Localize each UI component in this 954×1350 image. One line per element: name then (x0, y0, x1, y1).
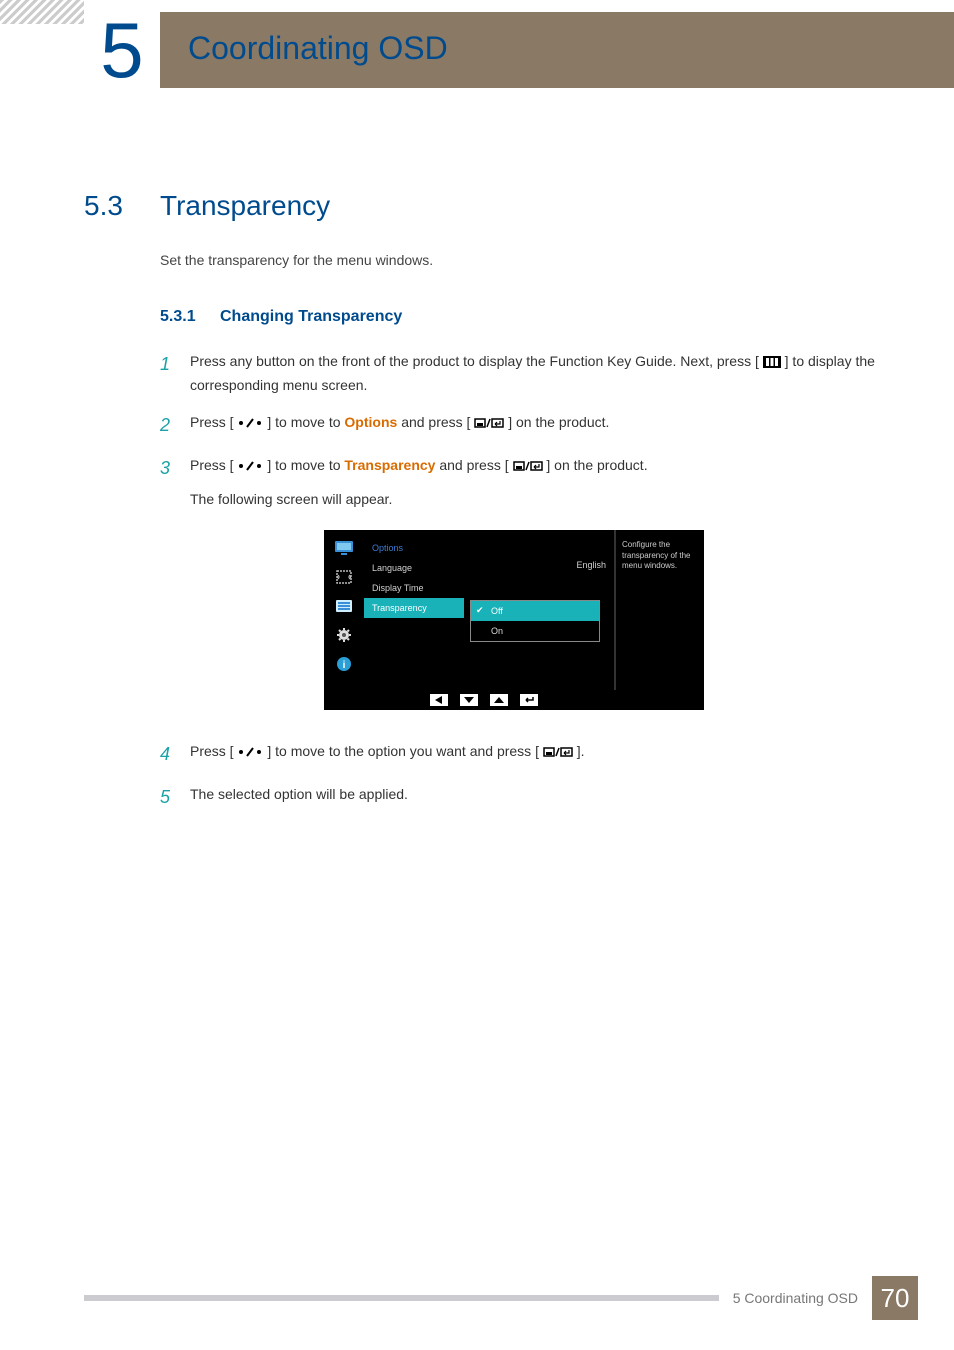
step-1: 1 Press any button on the front of the p… (160, 350, 894, 397)
list-icon (334, 598, 354, 614)
step-number: 1 (160, 350, 190, 397)
nav-enter-icon (520, 694, 538, 706)
step-text: Press [ (190, 457, 237, 473)
step-text: ] on the product. (546, 457, 647, 473)
menu-icon (763, 352, 781, 374)
dot-slash-dot-icon (237, 742, 263, 764)
step-body: Press any button on the front of the pro… (190, 350, 894, 397)
svg-text:i: i (343, 660, 346, 671)
square-slash-enter-icon (513, 456, 543, 478)
osd-menu-list: Options Language Display Time Transparen… (364, 530, 464, 690)
info-icon: i (334, 656, 354, 672)
subsection-title: Changing Transparency (220, 308, 402, 326)
square-slash-enter-icon (543, 742, 573, 764)
section-heading: 5.3 Transparency (84, 190, 894, 222)
osd-option-off: ✔ Off (471, 601, 599, 621)
step-number: 3 (160, 454, 190, 511)
osd-language-value: English (576, 560, 606, 570)
step-text: The following screen will appear. (190, 488, 894, 510)
keyword-options: Options (344, 414, 397, 430)
osd-category-title: Options (364, 538, 464, 558)
osd-item-language: Language (364, 558, 464, 578)
osd-help-text: Configure the transparency of the menu w… (614, 530, 704, 690)
step-body: Press [ ] to move to the option you want… (190, 740, 894, 769)
step-5: 5 The selected option will be applied. (160, 783, 894, 812)
step-text: and press [ (439, 457, 508, 473)
page-content: 5.3 Transparency Set the transparency fo… (84, 190, 894, 826)
square-slash-enter-icon (474, 413, 504, 435)
step-body: Press [ ] to move to Transparency and pr… (190, 454, 894, 511)
subsection-heading: 5.3.1 Changing Transparency (160, 308, 894, 326)
step-4: 4 Press [ ] to move to the option you wa… (160, 740, 894, 769)
osd-option-label: Off (491, 606, 503, 616)
step-text: ]. (577, 743, 585, 759)
step-body: The selected option will be applied. (190, 783, 894, 812)
osd-item-transparency: Transparency (364, 598, 464, 618)
step-text: ] to move to (267, 457, 344, 473)
step-number: 2 (160, 411, 190, 440)
dot-slash-dot-icon (237, 413, 263, 435)
page-footer: 5 Coordinating OSD 70 (84, 1276, 918, 1320)
osd-nav-bar (324, 690, 704, 710)
nav-up-icon (490, 694, 508, 706)
step-3: 3 Press [ ] to move to Transparency and … (160, 454, 894, 511)
keyword-transparency: Transparency (344, 457, 435, 473)
section-title: Transparency (160, 190, 330, 222)
subsection-number: 5.3.1 (160, 308, 220, 326)
osd-body: i Options Language Display Time Transpar… (324, 530, 704, 690)
monitor-icon (334, 540, 354, 556)
check-icon: ✔ (476, 605, 484, 616)
top-hatch-decoration (0, 0, 84, 24)
gear-icon (334, 627, 354, 643)
osd-submenu-area: English ✔ Off On (464, 530, 614, 690)
chapter-number-box: 5 (84, 12, 160, 88)
osd-option-on: On (471, 621, 599, 641)
footer-page-number: 70 (872, 1276, 918, 1320)
footer-bar (84, 1295, 719, 1301)
step-number: 4 (160, 740, 190, 769)
section-number: 5.3 (84, 190, 160, 222)
dot-slash-dot-icon (237, 456, 263, 478)
osd-item-display-time: Display Time (364, 578, 464, 598)
step-number: 5 (160, 783, 190, 812)
step-text: Press any button on the front of the pro… (190, 353, 763, 369)
chapter-number: 5 (100, 11, 143, 89)
step-text: ] to move to (267, 414, 344, 430)
step-text: ] on the product. (508, 414, 609, 430)
osd-sidebar-icons: i (324, 530, 364, 690)
nav-down-icon (460, 694, 478, 706)
step-2: 2 Press [ ] to move to Options and press… (160, 411, 894, 440)
chapter-title: Coordinating OSD (188, 30, 448, 67)
nav-left-icon (430, 694, 448, 706)
osd-screenshot: i Options Language Display Time Transpar… (324, 530, 704, 710)
step-text: and press [ (401, 414, 470, 430)
osd-submenu-box: ✔ Off On (470, 600, 600, 642)
step-text: ] to move to the option you want and pre… (267, 743, 539, 759)
resize-icon (334, 569, 354, 585)
step-body: Press [ ] to move to Options and press [… (190, 411, 894, 440)
step-text: Press [ (190, 414, 237, 430)
section-intro: Set the transparency for the menu window… (160, 252, 894, 268)
step-text: Press [ (190, 743, 237, 759)
footer-chapter-text: 5 Coordinating OSD (733, 1290, 858, 1306)
